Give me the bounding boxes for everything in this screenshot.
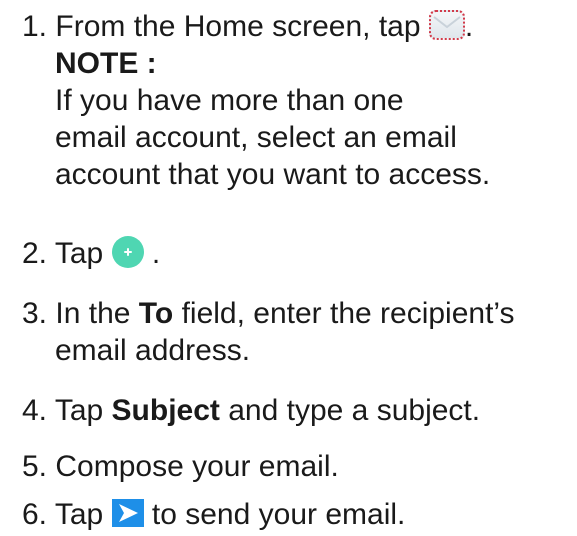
step-1: 1. From the Home screen, tap . NOTE : If… [22, 8, 569, 193]
field-name-to: To [138, 297, 174, 330]
instruction-page: 1. From the Home screen, tap . NOTE : If… [0, 0, 577, 536]
step-6: 6. Tap to send your email. [22, 496, 569, 533]
note-label: NOTE : [55, 47, 157, 80]
step-text-after: to send your email. [151, 498, 406, 531]
compose-plus-icon [111, 236, 144, 269]
email-app-icon [428, 10, 465, 41]
step-text: and type a subject. [228, 394, 481, 427]
note-line: account that you want to access. [55, 158, 491, 191]
step-3: 3. In the To field, enter the recipient’… [22, 295, 569, 369]
step-text: field, enter the recipient’s [181, 297, 515, 330]
step-text: In the [55, 297, 131, 330]
note-line: email account, select an email [55, 121, 457, 154]
step-number: 6. [22, 498, 48, 531]
step-number: 5. [22, 450, 48, 483]
step-text-after: . [151, 237, 161, 270]
step-text: Compose your email. [55, 450, 339, 483]
step-text: Tap [54, 237, 104, 270]
step-number: 3. [22, 297, 48, 330]
step-2: 2. Tap . [22, 235, 569, 272]
step-text: Tap [54, 394, 104, 427]
step-number: 4. [22, 394, 48, 427]
field-name-subject: Subject [111, 394, 220, 427]
send-arrow-icon [111, 499, 144, 528]
step-text: From the Home screen, tap [55, 10, 421, 43]
step-text: Tap [54, 498, 104, 531]
step-text-after: . [464, 10, 474, 43]
step-number: 1. [22, 10, 48, 43]
step-4: 4. Tap Subject and type a subject. [22, 392, 569, 429]
step-text-line2: email address. [55, 334, 251, 367]
step-number: 2. [22, 237, 48, 270]
note-line: If you have more than one [55, 84, 404, 117]
step-5: 5. Compose your email. [22, 448, 569, 485]
